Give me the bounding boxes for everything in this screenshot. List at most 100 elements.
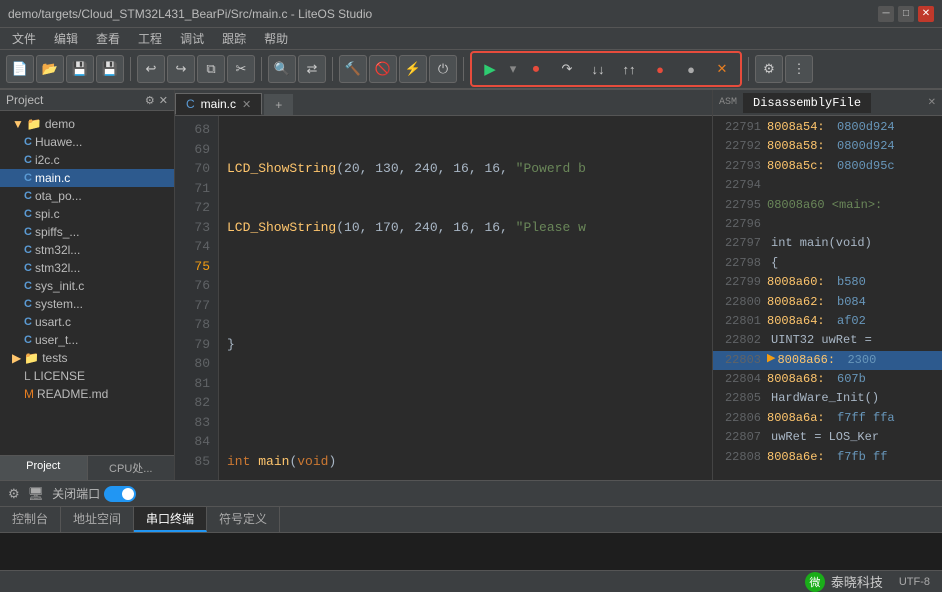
toggle-track[interactable] <box>104 486 136 502</box>
tree-item-label: user_t... <box>35 333 78 347</box>
tb-build-button[interactable]: 🔨 <box>339 55 367 83</box>
disasm-row: 22798 { <box>713 254 942 273</box>
disasm-row: 22801 8008a64: af02 <box>713 312 942 331</box>
menu-edit[interactable]: 编辑 <box>46 28 86 49</box>
tb-new-button[interactable]: 📄 <box>6 55 34 83</box>
tree-item-system[interactable]: C system... <box>0 295 174 313</box>
editor-tab-mainc[interactable]: C main.c ✕ <box>175 93 262 115</box>
tree-item-usart[interactable]: C usart.c <box>0 313 174 331</box>
toolbar-sep-4 <box>463 57 464 81</box>
menu-view[interactable]: 查看 <box>88 28 128 49</box>
tree-item-demo[interactable]: ▼ 📁 demo <box>0 115 174 133</box>
tb-run-dropdown[interactable]: ▾ <box>507 55 519 83</box>
tb-stepover-button[interactable]: ↷ <box>553 55 581 83</box>
watermark-text: 泰晓科技 <box>831 572 883 591</box>
watermark-logo: 微 <box>805 572 825 592</box>
code-line-68: LCD_ShowString(20, 130, 240, 16, 16, "Po… <box>227 159 704 179</box>
bottom-tab-symbols[interactable]: 符号定义 <box>207 507 280 532</box>
disasm-tabs: ASM DisassemblyFile ✕ <box>713 90 942 116</box>
sidebar: Project ⚙ ✕ ▼ 📁 demo C Huawe... C <box>0 90 175 480</box>
tree-item-label: usart.c <box>35 315 71 329</box>
sidebar-title: Project <box>6 93 43 107</box>
tb-kill-button[interactable]: ✕ <box>708 55 736 83</box>
tree-item-spiffs[interactable]: C spiffs_... <box>0 223 174 241</box>
tree-item-stm32-1[interactable]: C stm32l... <box>0 241 174 259</box>
maximize-button[interactable]: □ <box>898 6 914 22</box>
tree-item-ota[interactable]: C ota_po... <box>0 187 174 205</box>
tb-replace-button[interactable]: ⇄ <box>298 55 326 83</box>
disasm-close-icon[interactable]: ✕ <box>922 95 942 111</box>
tb-cut-button[interactable]: ✂ <box>227 55 255 83</box>
sidebar-close-icon[interactable]: ✕ <box>159 94 168 107</box>
m-file-icon: M <box>24 387 34 401</box>
menu-help[interactable]: 帮助 <box>256 28 296 49</box>
c-file-icon: C <box>24 154 32 166</box>
tb-search-button[interactable]: 🔍 <box>268 55 296 83</box>
tb-copy-button[interactable]: ⧉ <box>197 55 225 83</box>
menu-trace[interactable]: 跟踪 <box>214 28 254 49</box>
window-controls: ─ □ ✕ <box>878 6 934 22</box>
bottom-tab-memory[interactable]: 地址空间 <box>61 507 134 532</box>
tree-item-mainc[interactable]: C main.c <box>0 169 174 187</box>
tb-save-all-button[interactable]: 💾 <box>96 55 124 83</box>
license-file-icon: L <box>24 369 31 383</box>
tree-item-user[interactable]: C user_t... <box>0 331 174 349</box>
folder-icon: 📁 <box>24 351 39 365</box>
disasm-row: 22792 8008a58: 0800d924 <box>713 137 942 156</box>
disasm-row-highlighted: 22803 ▶ 8008a66: 2300 <box>713 351 942 370</box>
sidebar-tab-cpu[interactable]: CPU处... <box>88 456 175 480</box>
disasm-asm-label: ASM <box>713 95 743 110</box>
tree-item-huawei[interactable]: C Huawe... <box>0 133 174 151</box>
tb-record-button[interactable]: ⏺ <box>522 55 550 83</box>
tb-run-button[interactable]: ▶ <box>476 55 504 83</box>
terminal-monitor-icon[interactable]: 🖥 <box>28 486 45 502</box>
tb-flash-button[interactable]: ⚡ <box>399 55 427 83</box>
c-file-icon: C <box>24 226 32 238</box>
line-num: 71 <box>183 179 210 199</box>
sidebar-header: Project ⚙ ✕ <box>0 90 174 111</box>
editor-tab-new[interactable]: + <box>264 94 293 115</box>
terminal-content[interactable] <box>0 533 942 570</box>
tb-save-button[interactable]: 💾 <box>66 55 94 83</box>
tree-item-tests[interactable]: ▶ 📁 tests <box>0 349 174 367</box>
tb-more-button[interactable]: ⋮ <box>785 55 813 83</box>
tb-settings-button[interactable]: ⚙ <box>755 55 783 83</box>
code-line-70 <box>227 276 704 296</box>
tb-stop-gray-button[interactable]: ● <box>677 55 705 83</box>
disasm-row: 22808 8008a6e: f7fb ff <box>713 448 942 467</box>
tree-item-spi[interactable]: C spi.c <box>0 205 174 223</box>
disasm-tab-file[interactable]: DisassemblyFile <box>743 93 871 113</box>
port-toggle[interactable]: 关闭端口 <box>52 485 136 502</box>
terminal-settings-icon[interactable]: ⚙ <box>8 486 20 502</box>
tb-clean-button[interactable]: 🚫 <box>369 55 397 83</box>
toolbar-extra-group: ⚙ ⋮ <box>755 55 813 83</box>
menu-file[interactable]: 文件 <box>4 28 44 49</box>
tb-stop-red-button[interactable]: ● <box>646 55 674 83</box>
tree-item-license[interactable]: L LICENSE <box>0 367 174 385</box>
sidebar-tab-project[interactable]: Project <box>0 456 88 480</box>
code-content[interactable]: LCD_ShowString(20, 130, 240, 16, 16, "Po… <box>219 116 712 480</box>
bottom-tab-terminal[interactable]: 串口终端 <box>134 507 207 532</box>
sidebar-settings-icon[interactable]: ⚙ <box>145 94 155 107</box>
disasm-row: 22791 8008a54: 0800d924 <box>713 118 942 137</box>
tb-stepout-button[interactable]: ↑↑ <box>615 55 643 83</box>
tb-open-button[interactable]: 📂 <box>36 55 64 83</box>
bottom-tab-console[interactable]: 控制台 <box>0 507 61 532</box>
tb-power-button[interactable]: ⏻ <box>429 55 457 83</box>
line-num: 68 <box>183 120 210 140</box>
tb-redo-button[interactable]: ↪ <box>167 55 195 83</box>
tb-undo-button[interactable]: ↩ <box>137 55 165 83</box>
tree-item-readme[interactable]: M README.md <box>0 385 174 403</box>
menu-debug[interactable]: 调试 <box>172 28 212 49</box>
folder-arrow-icon: ▶ <box>12 351 21 365</box>
tree-item-sysinit[interactable]: C sys_init.c <box>0 277 174 295</box>
menu-project[interactable]: 工程 <box>130 28 170 49</box>
tab-close-icon[interactable]: ✕ <box>242 98 251 111</box>
code-editor[interactable]: 68 69 70 71 72 73 74 75 76 77 78 79 80 8… <box>175 116 712 480</box>
tree-item-i2c[interactable]: C i2c.c <box>0 151 174 169</box>
minimize-button[interactable]: ─ <box>878 6 894 22</box>
close-button[interactable]: ✕ <box>918 6 934 22</box>
tb-stepinto-button[interactable]: ↓↓ <box>584 55 612 83</box>
tree-item-stm32-2[interactable]: C stm32l... <box>0 259 174 277</box>
toolbar-sep-1 <box>130 57 131 81</box>
